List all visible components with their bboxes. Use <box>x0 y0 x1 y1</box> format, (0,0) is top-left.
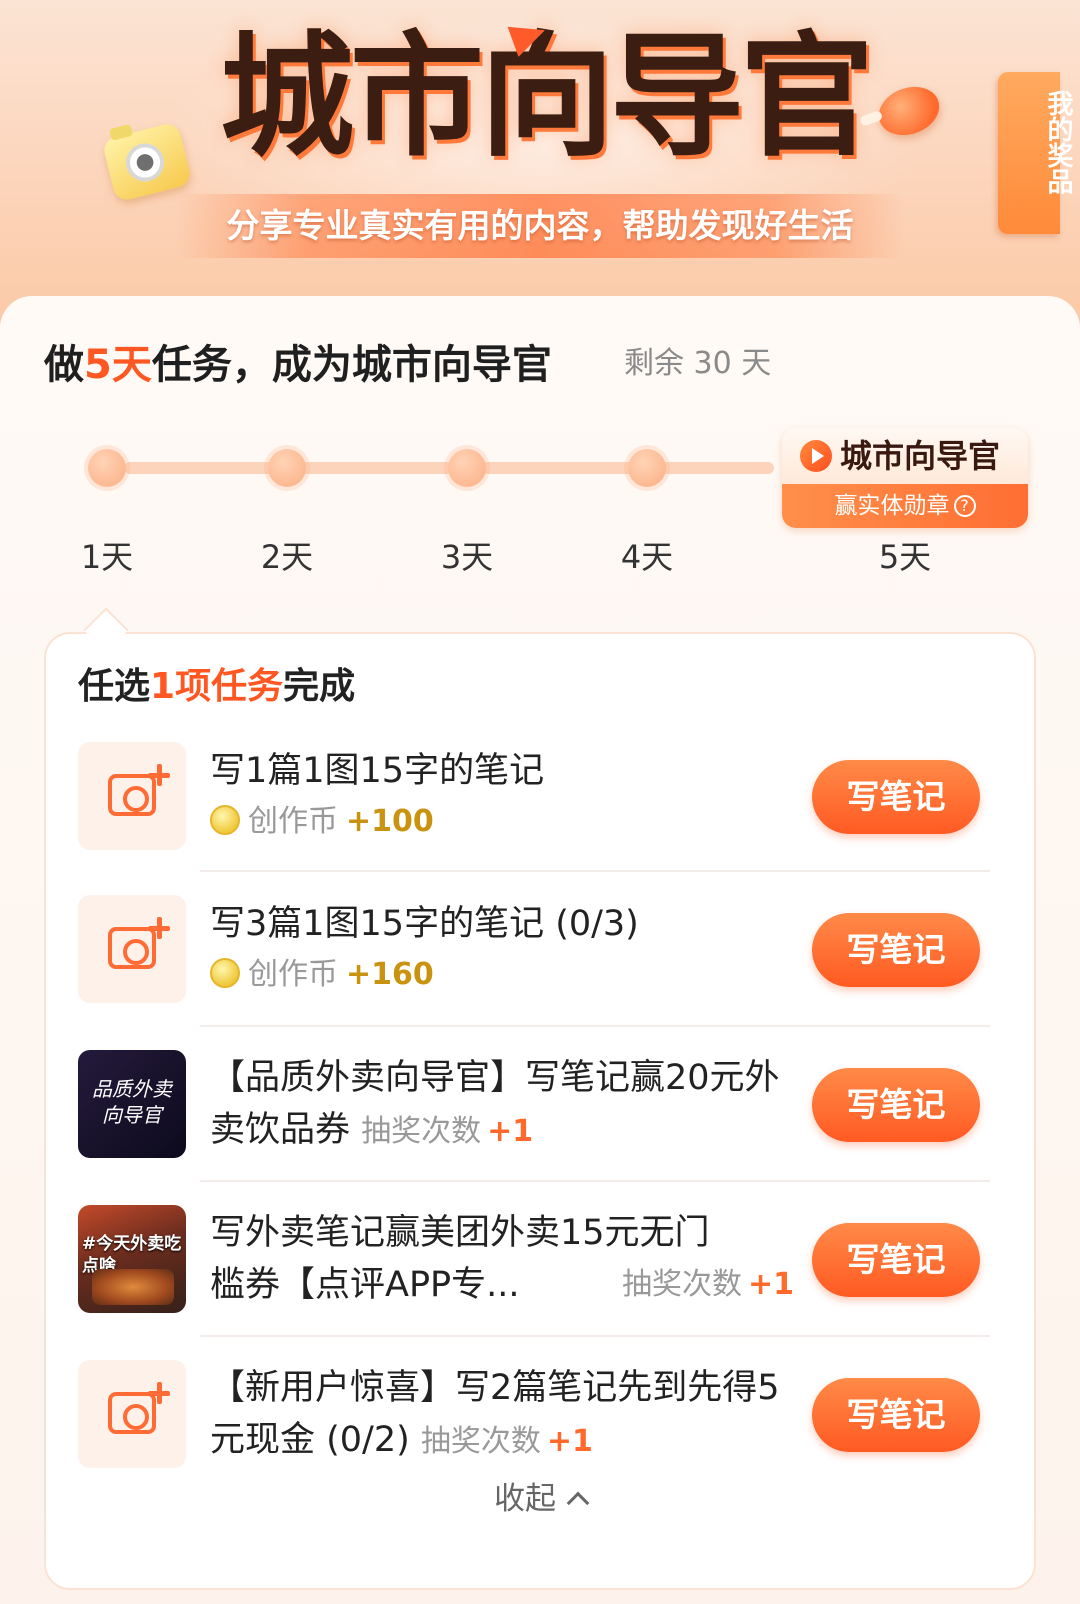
progress-dot-day4 <box>628 449 666 487</box>
my-prizes-label: 我的奖品 <box>1043 90 1073 194</box>
task-thumb <box>78 742 186 850</box>
write-note-button[interactable]: 写笔记 <box>812 1068 980 1142</box>
progress-dot-day3 <box>448 449 486 487</box>
task-thumb-takeout-guide: 品质外卖向导官 <box>78 1050 186 1158</box>
divider <box>200 1180 990 1182</box>
day-label-5: 5天 <box>878 538 932 576</box>
city-guide-badge[interactable]: 城市向导官 赢实体勋章? <box>782 428 1028 528</box>
coin-icon <box>210 805 240 835</box>
play-logo-icon <box>800 440 832 472</box>
divider <box>200 1025 990 1027</box>
remaining-days: 剩余 30 天 <box>624 346 772 381</box>
task-item[interactable]: 写3篇1图15字的笔记 (0/3) 创作币 +160 写笔记 <box>78 895 1008 1035</box>
day-label-1: 1天 <box>80 538 134 576</box>
task-reward: 创作币 +160 <box>210 953 434 997</box>
day-label-2: 2天 <box>260 538 314 576</box>
task-title: 写3篇1图15字的笔记 (0/3) <box>210 904 639 944</box>
task-title: 【品质外卖向导官】写笔记赢20元外卖饮品券 抽奖次数 +1 <box>210 1058 780 1150</box>
task-item[interactable]: #今天外卖吃点啥 写外卖笔记赢美团外卖15元无门 槛券【点评APP专... 抽奖次… <box>78 1205 1008 1345</box>
write-note-button[interactable]: 写笔记 <box>812 1378 980 1452</box>
badge-subtitle: 赢实体勋章? <box>782 484 1028 528</box>
task-reward: 创作币 +100 <box>210 800 434 844</box>
task-heading: 任选1项任务完成 <box>78 666 356 707</box>
my-prizes-tab[interactable]: 我的奖品 <box>998 72 1073 234</box>
task-thumb-food: #今天外卖吃点啥 <box>78 1205 186 1313</box>
task-item[interactable]: 写1篇1图15字的笔记 创作币 +100 写笔记 <box>78 742 1008 882</box>
progress-dot-day2 <box>268 449 306 487</box>
task-item[interactable]: 品质外卖向导官 【品质外卖向导官】写笔记赢20元外卖饮品券 抽奖次数 +1 写笔记 <box>78 1050 1008 1190</box>
task-title: 【新用户惊喜】写2篇笔记先到先得5元现金 (0/2) 抽奖次数 +1 <box>210 1368 780 1460</box>
collapse-button[interactable]: 收起 <box>440 1476 640 1522</box>
divider <box>200 870 990 872</box>
day-label-3: 3天 <box>440 538 494 576</box>
task-title: 写1篇1图15字的笔记 <box>210 751 545 791</box>
task-thumb <box>78 895 186 1003</box>
badge-title: 城市向导官 <box>840 437 1001 475</box>
coin-icon <box>210 958 240 988</box>
chevron-up-icon <box>566 1491 590 1515</box>
write-note-button[interactable]: 写笔记 <box>812 1223 980 1297</box>
headline-suffix: 任务，成为城市向导官 <box>151 342 552 388</box>
banner-subtitle: 分享专业真实有用的内容，帮助发现好生活 <box>226 206 854 245</box>
headline-days: 5天 <box>84 342 152 388</box>
progress-dot-day1 <box>88 449 126 487</box>
divider <box>200 1335 990 1337</box>
task-title: 写外卖笔记赢美团外卖15元无门 槛券【点评APP专... 抽奖次数 +1 <box>210 1213 795 1305</box>
write-note-button[interactable]: 写笔记 <box>812 760 980 834</box>
headline-prefix: 做 <box>44 342 84 388</box>
write-note-button[interactable]: 写笔记 <box>812 913 980 987</box>
task-headline: 做5天任务，成为城市向导官 <box>44 340 552 390</box>
help-icon[interactable]: ? <box>953 495 976 517</box>
hero-banner: 城市向导官 分享专业真实有用的内容，帮助发现好生活 <box>0 0 1080 330</box>
task-thumb <box>78 1360 186 1468</box>
day-label-4: 4天 <box>620 538 674 576</box>
